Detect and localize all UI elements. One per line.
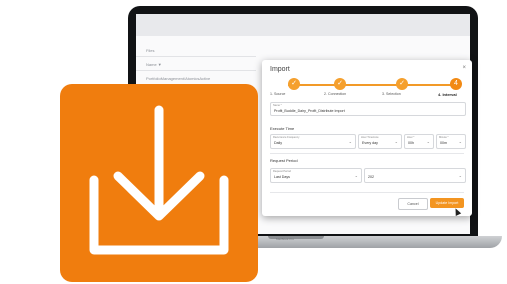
request-period-select[interactable]: Request Period Last Days ⌄ [270,168,362,183]
step-selection[interactable]: ✓ 3. Selection [382,78,442,96]
field-label: Name * [273,104,282,107]
side-item-name[interactable]: Name ▼ [146,62,162,67]
step-source[interactable]: ✓ 1. Source [270,78,330,96]
side-item-portfolio[interactable]: PortfolioManagement/AtomicsActive [146,76,210,81]
field-label: Minute * [439,136,449,139]
step-interval[interactable]: 4 4. Interval [438,78,498,97]
step-label: 2. Connection [324,92,347,96]
chevron-down-icon: ⌄ [458,173,462,178]
chevron-down-icon: ⌄ [458,139,462,144]
field-value: 202 [368,175,374,179]
request-period-amount[interactable]: 202 ⌄ [364,168,466,183]
field-value: Profit_Buddle_Dairy_Profit_Distribute Im… [274,109,345,113]
import-stepper: ✓ 1. Source ✓ 2. Connection ✓ 3. Selecti… [262,78,472,100]
field-value: 00m [440,141,447,145]
app-header [136,14,470,37]
step-connection[interactable]: ✓ 2. Connection [324,78,384,96]
field-value: 00h [408,141,414,145]
divider [136,70,256,71]
import-dialog: Import × ✓ 1. Source ✓ 2. Connection ✓ 3… [262,60,472,216]
divider [270,192,464,193]
mouse-cursor-icon [452,207,462,216]
field-value: Last Days [274,175,290,179]
close-icon[interactable]: × [462,65,466,71]
divider [270,153,464,154]
dialog-title: Import [270,66,290,73]
cancel-button[interactable]: Cancel [398,198,428,210]
field-value: Every day [362,141,378,145]
divider [136,56,256,57]
name-field[interactable]: Name * Profit_Buddle_Dairy_Profit_Distri… [270,102,466,116]
field-label: Hour * [407,136,415,139]
frequency-select[interactable]: Recurrence Frequency Daily ⌄ [270,134,356,149]
field-value: Daily [274,141,282,145]
download-tile [60,84,258,282]
check-icon: ✓ [288,78,300,90]
side-item-files[interactable]: Files [146,48,154,53]
chevron-down-icon: ⌄ [348,139,352,144]
update-import-button[interactable]: Update Import [430,198,464,208]
timezone-select[interactable]: Hour Timezone Every day ⌄ [358,134,402,149]
download-icon [89,105,229,255]
hour-select[interactable]: Hour * 00h ⌄ [404,134,434,149]
execute-time-heading: Execute Time [270,126,295,131]
laptop-brand: MacBook Pro [276,237,295,241]
request-period-heading: Request Period [270,158,298,163]
chevron-down-icon: ⌄ [426,139,430,144]
field-label: Hour Timezone [361,136,379,139]
field-label: Request Period [273,170,291,173]
check-icon: ✓ [396,78,408,90]
chevron-down-icon: ⌄ [394,139,398,144]
step-label: 1. Source [270,92,286,96]
chevron-down-icon: ⌄ [354,173,358,178]
field-label: Recurrence Frequency [273,136,300,139]
step-number: 4 [450,78,462,90]
check-icon: ✓ [334,78,346,90]
step-label: 3. Selection [382,92,401,96]
minute-select[interactable]: Minute * 00m ⌄ [436,134,466,149]
step-label: 4. Interval [438,92,457,97]
